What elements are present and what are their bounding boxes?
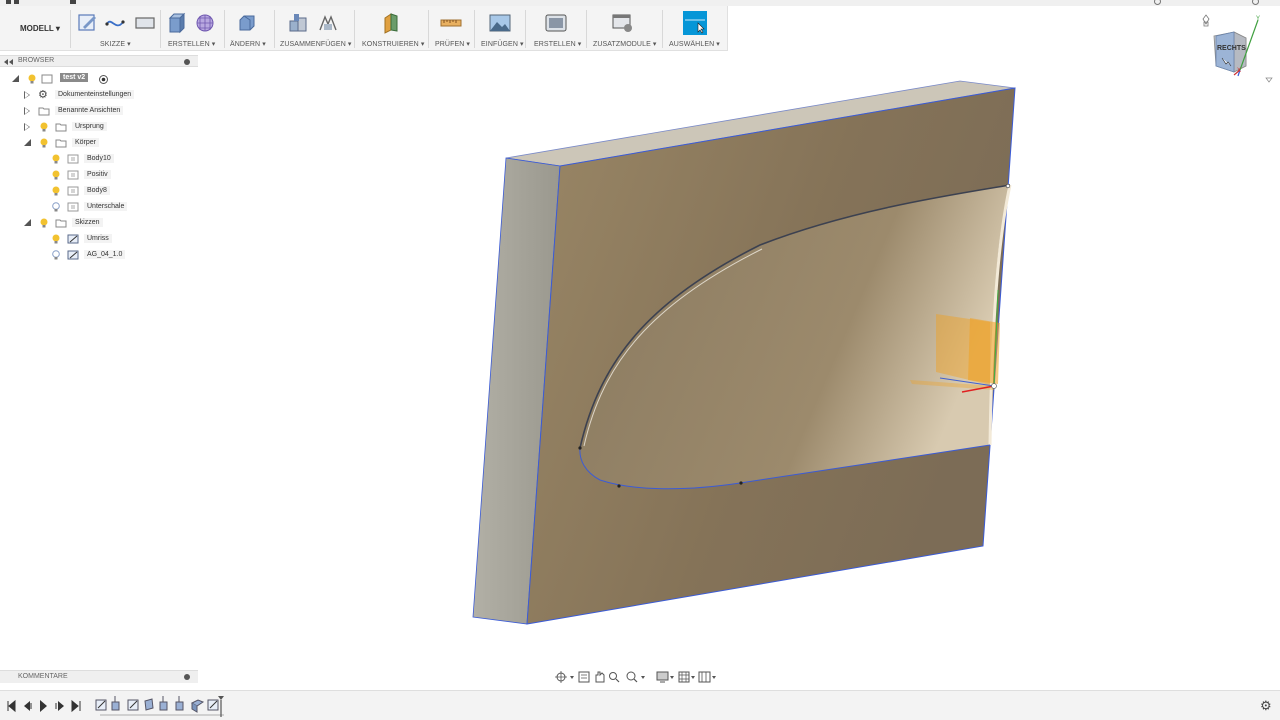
go-to-start-icon[interactable] — [7, 699, 16, 713]
timeline-feature-extrude-icon[interactable] — [159, 696, 168, 711]
timeline-feature-sketch-icon[interactable] — [207, 699, 219, 711]
model-viewport[interactable] — [0, 0, 1280, 720]
timeline-feature-loft-icon[interactable] — [144, 698, 154, 711]
orbit-icon[interactable] — [555, 671, 574, 683]
timeline: ⚙ — [0, 690, 1280, 720]
go-to-end-icon[interactable] — [71, 699, 81, 713]
timeline-marker-icon[interactable] — [218, 696, 224, 717]
step-back-icon[interactable] — [24, 701, 32, 711]
look-at-icon[interactable] — [578, 671, 590, 683]
timeline-bar — [7, 696, 224, 717]
display-settings-icon[interactable] — [656, 671, 674, 683]
timeline-feature-sketch-icon[interactable] — [95, 699, 107, 711]
pan-icon[interactable] — [595, 671, 605, 683]
timeline-feature-extrude-icon[interactable] — [175, 696, 184, 711]
fit-icon[interactable] — [626, 671, 645, 683]
step-forward-icon[interactable] — [55, 701, 64, 711]
sketch-point[interactable] — [578, 446, 582, 450]
timeline-feature-extrude-icon[interactable] — [111, 696, 120, 711]
sketch-point[interactable] — [739, 481, 743, 485]
sketch-point[interactable] — [1005, 183, 1011, 189]
comments-panel[interactable]: KOMMENTARE — [0, 670, 198, 683]
play-icon[interactable] — [40, 700, 47, 712]
comments-title: KOMMENTARE — [18, 673, 68, 680]
gear-icon[interactable]: ⚙ — [1260, 698, 1272, 714]
zoom-icon[interactable] — [609, 672, 620, 683]
navigation-bar — [555, 671, 716, 683]
timeline-feature-combine-icon[interactable] — [190, 699, 205, 713]
sketch-point[interactable] — [617, 484, 621, 488]
viewports-icon[interactable] — [698, 671, 716, 683]
grid-settings-icon[interactable] — [678, 671, 695, 683]
comments-pin-icon[interactable] — [184, 674, 190, 680]
origin-point[interactable] — [991, 383, 997, 389]
timeline-feature-sketch-icon[interactable] — [127, 699, 139, 711]
app-window: MODELL ▾ SKIZZE ▾ ERSTELLEN ▾ ÄNDERN ▾ Z… — [0, 0, 1280, 720]
